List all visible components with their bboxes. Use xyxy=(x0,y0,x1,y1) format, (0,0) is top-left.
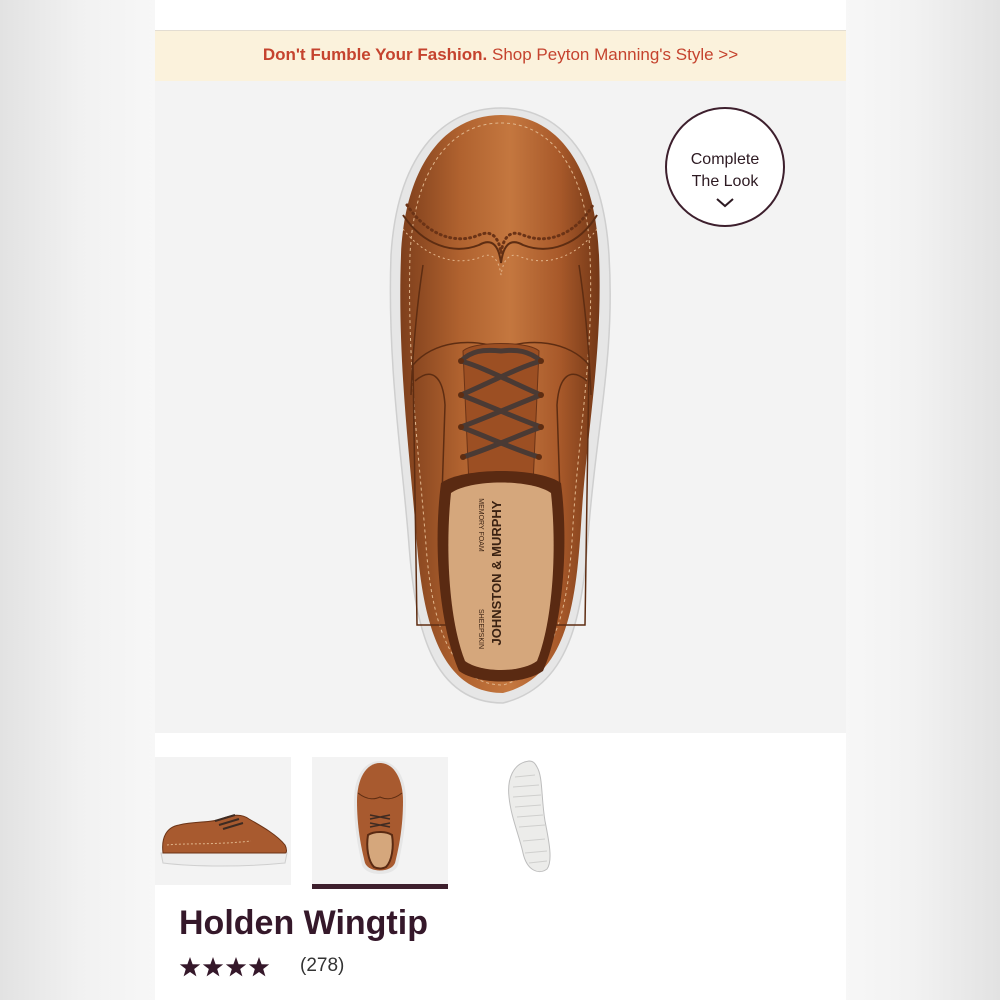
insole-label-foam: MEMORY FOAM xyxy=(477,498,484,552)
product-page: Don't Fumble Your Fashion. Shop Peyton M… xyxy=(155,0,846,1000)
promo-headline: Don't Fumble Your Fashion. xyxy=(262,45,488,64)
shoe-top-view-image: JOHNSTON & MURPHY MEMORY FOAM SHEEPSKIN xyxy=(389,107,611,704)
thumbnail-top-view[interactable] xyxy=(312,757,448,885)
review-count[interactable]: (278) xyxy=(300,955,344,977)
promo-banner[interactable]: Don't Fumble Your Fashion. Shop Peyton M… xyxy=(155,31,846,81)
complete-the-look-label: Complete The Look xyxy=(690,151,760,190)
product-title: Holden Wingtip xyxy=(179,904,428,942)
complete-the-look-button[interactable]: Complete The Look xyxy=(665,107,785,227)
shoe-top-view-icon xyxy=(354,761,406,874)
thumbnail-sole-view[interactable] xyxy=(469,757,605,885)
hero-image[interactable]: JOHNSTON & MURPHY MEMORY FOAM SHEEPSKIN … xyxy=(155,81,846,733)
shoe-side-view-icon xyxy=(160,814,288,867)
thumbnail-strip xyxy=(155,757,846,889)
insole-brand: JOHNSTON & MURPHY xyxy=(489,500,504,645)
chevron-down-icon xyxy=(716,198,734,208)
promo-link[interactable]: Shop Peyton Manning's Style >> xyxy=(492,45,738,64)
thumbnail-side-view[interactable] xyxy=(155,757,291,885)
insole-label-sheepskin: SHEEPSKIN xyxy=(477,609,484,649)
shoe-sole-view-icon xyxy=(508,760,551,873)
product-rating[interactable]: (278) xyxy=(179,952,344,980)
rating-stars-icon xyxy=(179,957,282,977)
selected-thumbnail-indicator xyxy=(312,884,448,889)
